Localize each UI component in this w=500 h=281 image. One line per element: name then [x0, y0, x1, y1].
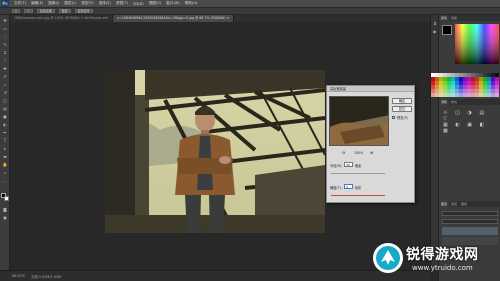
menu-image[interactable]: 图像(I) — [48, 1, 59, 6]
ok-button[interactable]: 确定 — [392, 98, 412, 104]
menu-filter[interactable]: 滤镜(T) — [116, 1, 128, 6]
tab-layers[interactable]: 图层 — [439, 201, 450, 207]
photoshop-logo: Ps — [1, 0, 9, 7]
quick-mask-icon[interactable]: ◙ — [2, 207, 8, 212]
stamp-tool-icon[interactable]: ⊥ — [2, 82, 8, 87]
threshold-slider[interactable] — [331, 195, 385, 196]
transform-controls-checkbox[interactable]: 变换控件 — [74, 9, 93, 13]
crop-tool-icon[interactable]: ⌗ — [2, 50, 8, 55]
options-bar: ⌂ ▭ 自动选择 图层 变换控件 — [0, 8, 500, 15]
color-spectrum[interactable] — [455, 24, 499, 64]
tab-channels[interactable]: 通道 — [449, 201, 459, 207]
marquee-tool-icon[interactable]: ▭ — [2, 26, 8, 31]
layer-row[interactable] — [442, 227, 498, 235]
canvas-image[interactable] — [105, 70, 325, 233]
filter-preview[interactable] — [329, 96, 389, 146]
high-pass-dialog: 高反差保留 确定 复位 预览(P) ⊖ 100% ⊕ 半径(R): 28 像素 … — [326, 85, 415, 203]
adjustment-icons: ☼ ◫ ◑ ▤ ▽ ▦ ◐ ▣ ◧ ▩ — [443, 110, 497, 134]
document-tab-2[interactable]: u=1564946964,2920046284&fm=26&gp=0.jpg @… — [113, 15, 235, 22]
swatches-grid[interactable] — [431, 73, 499, 97]
color-panel-tabs: 颜色 色板 — [439, 15, 500, 21]
reset-button[interactable]: 复位 — [392, 106, 412, 112]
type-tool-icon[interactable]: T — [2, 138, 8, 143]
brush-tool-icon[interactable]: ✐ — [2, 74, 8, 79]
watermark: 锐得游戏网 www.ytruido.com — [370, 240, 498, 278]
zoom-tool-icon[interactable]: ⌕ — [2, 170, 8, 175]
menu-bar: Ps 文件(F) 编辑(E) 图像(I) 图层(L) 类型(Y) 选择(S) 滤… — [0, 0, 500, 8]
menu-view[interactable]: 视图(V) — [149, 1, 161, 6]
watermark-url: www.ytruido.com — [412, 264, 473, 272]
swatch[interactable] — [495, 93, 499, 97]
tab-swatches[interactable]: 色板 — [449, 15, 459, 21]
eyedropper-tool-icon[interactable]: ⁄ — [2, 58, 8, 63]
menu-layer[interactable]: 图层(L) — [64, 1, 76, 6]
zoom-level[interactable]: 66.67% — [12, 274, 25, 278]
preview-checkbox[interactable] — [392, 116, 395, 119]
layers-panel-tabs: 图层 通道 路径 — [439, 201, 500, 207]
tool-preset-button[interactable]: ▭ — [23, 9, 33, 13]
menu-help[interactable]: 帮助(H) — [185, 1, 198, 6]
layer-select[interactable]: 图层 — [58, 9, 71, 13]
path-select-tool-icon[interactable]: ▸ — [2, 146, 8, 151]
quick-select-tool-icon[interactable]: ✎ — [2, 42, 8, 47]
radius-input[interactable]: 28 — [344, 162, 353, 167]
watermark-title: 锐得游戏网 — [406, 247, 479, 263]
tab-adjustments[interactable]: 调整 — [439, 99, 450, 105]
preview-zoom: 100% — [354, 150, 364, 155]
radius-slider[interactable] — [331, 173, 385, 174]
panel-icon-strip: ⧗ ▶ — [430, 15, 438, 270]
blend-mode-select[interactable] — [442, 219, 498, 224]
radius-unit: 像素 — [355, 164, 362, 168]
layer-filter-field[interactable] — [442, 211, 498, 216]
history-brush-tool-icon[interactable]: ↺ — [2, 90, 8, 95]
watermark-logo-icon — [373, 243, 403, 273]
zoom-in-icon[interactable]: ⊕ — [370, 150, 373, 155]
menu-type[interactable]: 类型(Y) — [81, 1, 93, 6]
background-color-swatch[interactable] — [4, 196, 9, 201]
move-tool-icon[interactable]: ✥ — [2, 18, 8, 23]
photo-illustration — [105, 70, 325, 233]
blur-tool-icon[interactable]: ● — [2, 114, 8, 119]
lasso-tool-icon[interactable]: ◌ — [2, 34, 8, 39]
document-tab-1[interactable]: 1866-kewodn.com.jpg @ 100% (RGB/8#) × Ke… — [10, 15, 114, 22]
screen-mode-icon[interactable]: ▣ — [2, 215, 8, 220]
shape-tool-icon[interactable]: ▬ — [2, 154, 8, 159]
gradient-tool-icon[interactable]: ▤ — [2, 106, 8, 111]
document-tab-bar: 1866-kewodn.com.jpg @ 100% (RGB/8#) × Ke… — [10, 15, 430, 22]
tab-paths[interactable]: 路径 — [459, 201, 469, 207]
preview-label: 预览(P) — [397, 116, 408, 120]
eraser-tool-icon[interactable]: ◫ — [2, 98, 8, 103]
menu-file[interactable]: 文件(F) — [14, 1, 26, 6]
preview-image — [330, 97, 388, 145]
threshold-label: 阈值(T): — [330, 186, 342, 190]
tab-color[interactable]: 颜色 — [439, 15, 450, 21]
pen-tool-icon[interactable]: ✒ — [2, 130, 8, 135]
healing-tool-icon[interactable]: ✚ — [2, 66, 8, 71]
tab-styles[interactable]: 样式 — [449, 99, 459, 105]
menu-edit[interactable]: 编辑(E) — [31, 1, 43, 6]
brightness-icon[interactable]: ☼ ◫ ◑ ▤ ▽ — [443, 110, 487, 122]
zoom-out-icon[interactable]: ⊖ — [342, 150, 345, 155]
more-tools-icon[interactable]: … — [2, 178, 8, 183]
hand-tool-icon[interactable]: ✋ — [2, 162, 8, 167]
home-button[interactable]: ⌂ — [12, 9, 20, 13]
document-size: 文档:1.01M/1.01M — [30, 274, 61, 279]
threshold-unit: 色阶 — [355, 186, 362, 190]
adjustments-panel-tabs: 调整 样式 — [439, 99, 500, 105]
menu-window[interactable]: 窗口(W) — [166, 1, 180, 6]
menu-select[interactable]: 选择(S) — [99, 1, 111, 6]
tools-panel: ✥ ▭ ◌ ✎ ⌗ ⁄ ✚ ✐ ⊥ ↺ ◫ ▤ ● ◐ ✒ T ▸ ▬ ✋ ⌕ … — [0, 15, 10, 270]
auto-select-checkbox[interactable]: 自动选择 — [36, 9, 55, 13]
dialog-title: 高反差保留 — [327, 86, 414, 92]
threshold-input[interactable]: 0 — [344, 184, 353, 189]
dodge-tool-icon[interactable]: ◐ — [2, 122, 8, 127]
status-bar: 66.67% 文档:1.01M/1.01M — [0, 270, 430, 281]
hue-icon[interactable]: ▦ ◐ ▣ ◧ ▩ — [443, 122, 487, 134]
radius-label: 半径(R): — [330, 164, 343, 168]
menu-3d[interactable]: 3D(D) — [133, 2, 144, 6]
color-panel-foreground[interactable] — [442, 25, 452, 35]
